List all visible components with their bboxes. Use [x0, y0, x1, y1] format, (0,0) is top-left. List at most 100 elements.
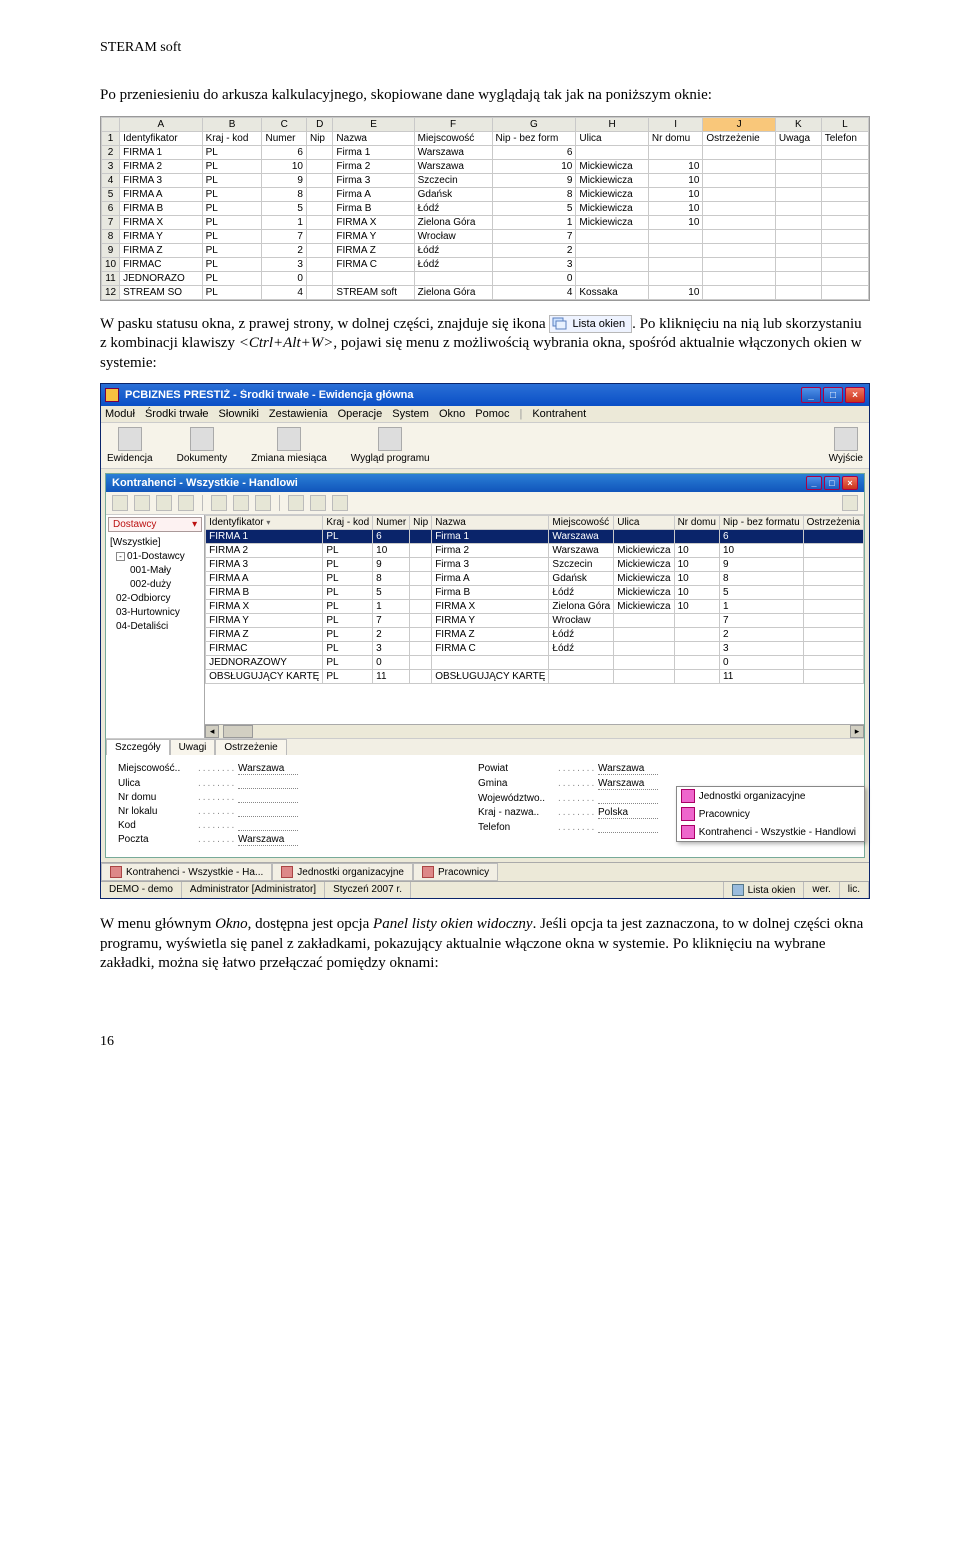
sheet-cell[interactable]: PL [202, 229, 262, 243]
sheet-cell[interactable]: PL [202, 271, 262, 285]
scroll-left-icon[interactable]: ◂ [205, 725, 219, 738]
sub-close-button[interactable]: × [842, 476, 858, 490]
sheet-cell[interactable] [775, 257, 821, 271]
sheet-cell[interactable]: FIRMA 2 [120, 159, 203, 173]
sheet-cell[interactable] [306, 215, 332, 229]
grid-cell[interactable]: PL [323, 628, 373, 642]
tree-node[interactable]: [Wszystkie] [108, 536, 202, 550]
sheet-cell[interactable]: Wrocław [414, 229, 492, 243]
grid-cell[interactable]: JEDNORAZOWY [206, 656, 323, 670]
sheet-cell[interactable] [821, 229, 868, 243]
table-row[interactable]: FIRMA XPL1FIRMA XZielona GóraMickiewicza… [206, 600, 864, 614]
sheet-cell[interactable] [333, 271, 414, 285]
row-number[interactable]: 2 [102, 145, 120, 159]
sheet-cell[interactable] [775, 201, 821, 215]
sheet-cell[interactable]: 10 [648, 187, 703, 201]
grid-cell[interactable] [803, 600, 863, 614]
sheet-cell[interactable] [703, 201, 776, 215]
sheet-cell[interactable] [306, 243, 332, 257]
supplier-dropdown[interactable]: Dostawcy▾ [108, 517, 202, 532]
grid-column-header[interactable]: Identyfikator ▾ [206, 516, 323, 530]
sheet-cell[interactable]: Gdańsk [414, 187, 492, 201]
sheet-cell[interactable]: Mickiewicza [576, 215, 649, 229]
grid-cell[interactable]: FIRMA X [206, 600, 323, 614]
sheet-cell[interactable] [576, 243, 649, 257]
sheet-cell[interactable] [821, 145, 868, 159]
tree-node[interactable]: 002-duży [108, 578, 202, 592]
sheet-cell[interactable]: Firma B [333, 201, 414, 215]
sheet-cell[interactable] [576, 229, 649, 243]
sheet-cell[interactable] [703, 271, 776, 285]
sheet-cell[interactable]: 3 [492, 257, 576, 271]
table-row[interactable]: FIRMA 1PL6Firma 1Warszawa6 [206, 530, 864, 544]
maximize-button[interactable]: □ [823, 387, 843, 403]
toolbar-icon[interactable] [134, 495, 150, 511]
column-letter[interactable]: J [703, 117, 776, 131]
sheet-cell[interactable]: Firma 2 [333, 159, 414, 173]
table-row[interactable]: JEDNORAZOWYPL00 [206, 656, 864, 670]
menu-item[interactable]: Kontrahent [532, 408, 586, 420]
grid-cell[interactable]: 3 [373, 642, 410, 656]
sheet-cell[interactable]: 4 [262, 285, 306, 299]
sheet-header-cell[interactable]: Telefon [821, 131, 868, 145]
grid-column-header[interactable]: Numer [373, 516, 410, 530]
sheet-cell[interactable] [414, 271, 492, 285]
sheet-cell[interactable]: 6 [492, 145, 576, 159]
sheet-cell[interactable] [648, 229, 703, 243]
toolbar-icon[interactable] [288, 495, 304, 511]
grid-cell[interactable]: FIRMA 2 [206, 544, 323, 558]
taskbar-item[interactable]: Pracownicy [413, 863, 498, 881]
row-number[interactable]: 11 [102, 271, 120, 285]
sheet-cell[interactable] [775, 285, 821, 299]
sheet-cell[interactable]: FIRMA Y [120, 229, 203, 243]
row-number[interactable]: 12 [102, 285, 120, 299]
grid-column-header[interactable]: Ostrzeżenia [803, 516, 863, 530]
grid-column-header[interactable]: Nip [410, 516, 432, 530]
toolbar-icon[interactable] [178, 495, 194, 511]
table-row[interactable]: FIRMA BPL5Firma BŁódźMickiewicza105 [206, 586, 864, 600]
sheet-cell[interactable]: Zielona Góra [414, 285, 492, 299]
row-number[interactable]: 6 [102, 201, 120, 215]
sheet-cell[interactable] [775, 229, 821, 243]
grid-cell[interactable] [614, 656, 674, 670]
popup-item[interactable]: Jednostki organizacyjne [677, 787, 864, 805]
grid-cell[interactable]: Łódź [549, 628, 614, 642]
grid-cell[interactable]: 6 [719, 530, 803, 544]
table-row[interactable]: FIRMA 2PL10Firma 2WarszawaMickiewicza101… [206, 544, 864, 558]
grid-cell[interactable]: PL [323, 544, 373, 558]
grid-cell[interactable]: 10 [674, 586, 719, 600]
toolbar-icon[interactable] [332, 495, 348, 511]
popup-item[interactable]: Kontrahenci - Wszystkie - Handlowi [677, 823, 864, 841]
tree-node[interactable]: 04-Detaliści [108, 620, 202, 634]
grid-cell[interactable]: Łódź [549, 642, 614, 656]
grid-cell[interactable]: 2 [719, 628, 803, 642]
grid-cell[interactable]: FIRMA Y [432, 614, 549, 628]
tab[interactable]: Szczegóły [106, 739, 170, 755]
grid-cell[interactable]: 2 [373, 628, 410, 642]
toolbar-exit[interactable]: Wyjście [829, 427, 863, 464]
grid-cell[interactable]: PL [323, 558, 373, 572]
grid-column-header[interactable]: Miejscowość [549, 516, 614, 530]
sheet-cell[interactable]: 0 [262, 271, 306, 285]
sheet-cell[interactable] [703, 215, 776, 229]
grid-cell[interactable] [410, 572, 432, 586]
sheet-cell[interactable]: 5 [492, 201, 576, 215]
grid-cell[interactable]: FIRMA Z [432, 628, 549, 642]
column-letter[interactable]: C [262, 117, 306, 131]
sheet-cell[interactable]: 10 [648, 285, 703, 299]
sheet-cell[interactable] [576, 257, 649, 271]
sheet-cell[interactable]: 9 [262, 173, 306, 187]
menu-item[interactable]: Okno [439, 408, 465, 420]
column-letter[interactable]: D [306, 117, 332, 131]
sheet-cell[interactable] [775, 145, 821, 159]
scroll-thumb[interactable] [223, 725, 253, 738]
grid-cell[interactable]: PL [323, 600, 373, 614]
sheet-cell[interactable]: Warszawa [414, 145, 492, 159]
table-row[interactable]: OBSŁUGUJĄCY KARTĘPL11OBSŁUGUJĄCY KARTĘ11 [206, 670, 864, 684]
grid-cell[interactable]: 5 [719, 586, 803, 600]
row-number[interactable]: 7 [102, 215, 120, 229]
grid-cell[interactable]: PL [323, 642, 373, 656]
sheet-cell[interactable]: FIRMA A [120, 187, 203, 201]
sheet-cell[interactable] [306, 187, 332, 201]
grid-column-header[interactable]: Nr domu [674, 516, 719, 530]
